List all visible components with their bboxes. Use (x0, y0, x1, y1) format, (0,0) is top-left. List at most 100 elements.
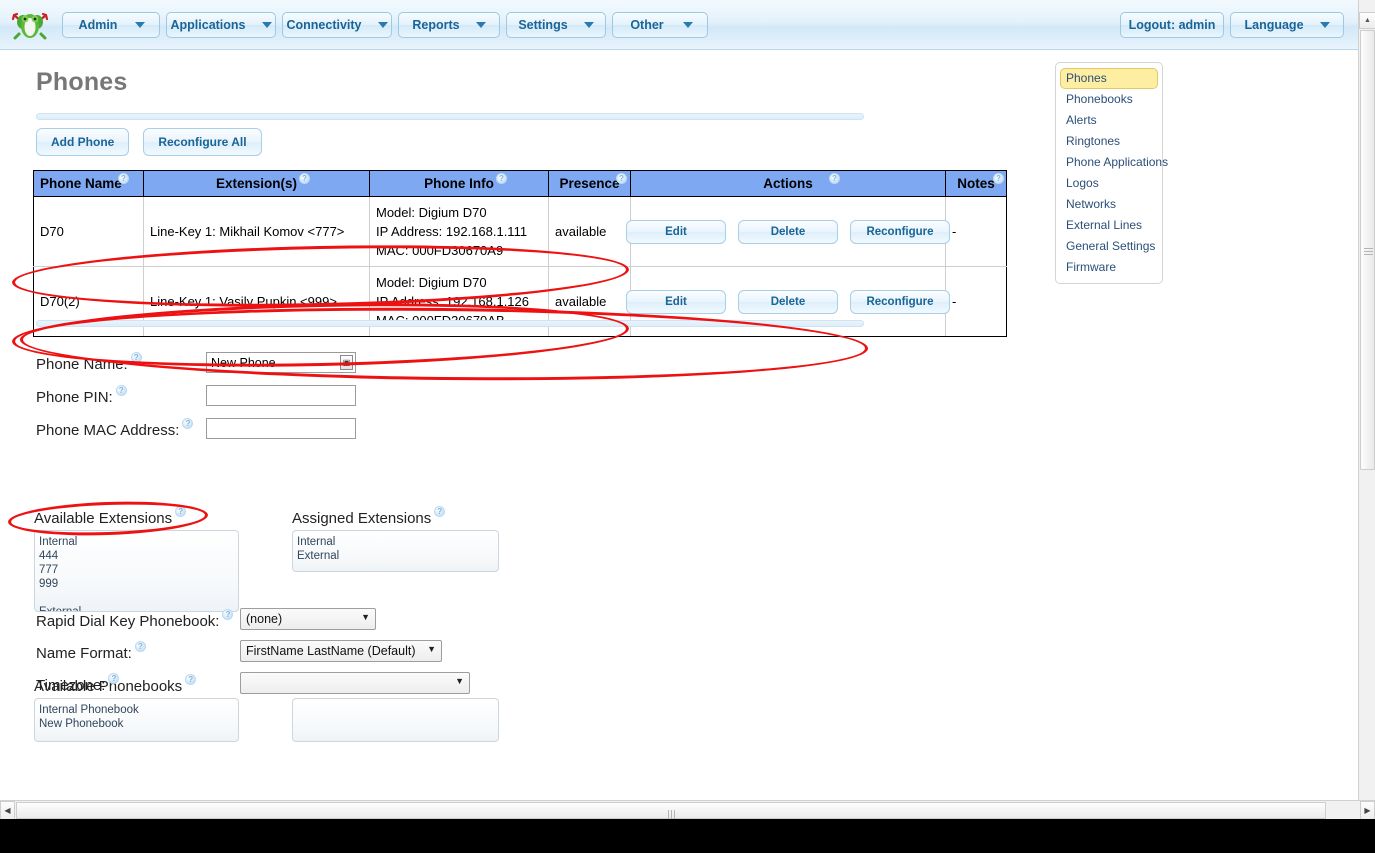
sidebar-item-alerts[interactable]: Alerts (1060, 110, 1158, 131)
available-phonebooks-listbox[interactable]: Internal Phonebook New Phonebook (34, 698, 239, 742)
logout-button[interactable]: Logout: admin (1120, 11, 1224, 38)
form-row-phone-name: Phone Name: ▣ (36, 346, 1016, 379)
nav-item-applications[interactable]: Applications (166, 11, 276, 38)
phone-info-mac: MAC: 000FD30670A9 (376, 243, 504, 258)
vertical-scrollbar-thumb[interactable] (1360, 30, 1375, 470)
delete-button[interactable]: Delete (738, 219, 838, 244)
name-format-select[interactable]: FirstName LastName (Default) (240, 640, 442, 662)
column-header-phone-info[interactable]: Phone Info (369, 170, 549, 197)
rapid-dial-select[interactable]: (none) (240, 608, 376, 630)
nav-item-settings-label: Settings (518, 17, 568, 32)
sidebar-item-label: External Lines (1066, 218, 1143, 232)
phones-table: Phone Name Extension(s) Phone Info Prese… (33, 170, 1007, 337)
extensions-row: Available Extensions Internal 444 777 99… (34, 505, 1014, 612)
application-window: Admin Applications Connectivity Reports … (0, 0, 1375, 853)
cell-notes: - (945, 196, 1007, 267)
nav-item-applications-label: Applications (170, 17, 246, 32)
nav-item-reports[interactable]: Reports (398, 11, 500, 38)
help-icon[interactable] (134, 640, 146, 653)
timezone-select[interactable] (240, 672, 470, 694)
help-icon[interactable] (108, 672, 120, 685)
sidebar-item-networks[interactable]: Networks (1060, 194, 1158, 215)
table-header-row: Phone Name Extension(s) Phone Info Prese… (33, 170, 1007, 197)
nav-primary-menu: Admin Applications Connectivity Reports … (62, 11, 714, 38)
nav-item-admin[interactable]: Admin (62, 11, 160, 38)
phone-name-input[interactable] (206, 352, 356, 373)
page-title: Phones (36, 68, 128, 96)
page-toolbar: Add Phone Reconfigure All (36, 128, 262, 156)
horizontal-scrollbar-thumb[interactable] (16, 802, 1326, 820)
horizontal-scrollbar[interactable]: ◀ ▶ (0, 800, 1375, 820)
sidebar-item-general-settings[interactable]: General Settings (1060, 236, 1158, 257)
scroll-right-arrow-icon[interactable]: ▶ (1360, 801, 1375, 820)
add-phone-button[interactable]: Add Phone (36, 128, 130, 156)
nav-item-connectivity[interactable]: Connectivity (282, 11, 392, 38)
sidebar-item-label: Alerts (1066, 113, 1097, 127)
reconfigure-button[interactable]: Reconfigure (850, 289, 950, 314)
vertical-scrollbar[interactable]: ▲ ▼ (1358, 0, 1375, 818)
sidebar-item-label: Logos (1066, 176, 1099, 190)
scroll-up-arrow-icon[interactable]: ▲ (1359, 12, 1375, 29)
column-header-actions[interactable]: Actions (630, 170, 946, 197)
sidebar-item-firmware[interactable]: Firmware (1060, 257, 1158, 278)
list-item[interactable]: 777 (39, 563, 234, 577)
sidebar-item-ringtones[interactable]: Ringtones (1060, 131, 1158, 152)
column-header-notes-label: Notes (957, 176, 995, 191)
reconfigure-all-button[interactable]: Reconfigure All (143, 128, 262, 156)
assigned-extensions-listbox[interactable]: Internal External (292, 530, 499, 572)
edit-button[interactable]: Edit (626, 219, 726, 244)
help-icon[interactable] (118, 172, 129, 185)
available-extensions-listbox[interactable]: Internal 444 777 999 External (34, 530, 239, 612)
help-icon[interactable] (182, 417, 194, 430)
help-icon[interactable] (299, 172, 310, 185)
sidebar-item-phone-applications[interactable]: Phone Applications (1060, 152, 1168, 173)
phone-pin-input[interactable] (206, 385, 356, 406)
nav-item-other[interactable]: Other (612, 11, 708, 38)
nav-item-settings[interactable]: Settings (506, 11, 606, 38)
list-item[interactable]: New Phonebook (39, 717, 234, 731)
cell-actions: Edit Delete Reconfigure (626, 196, 950, 267)
column-header-phone-info-label: Phone Info (424, 176, 494, 191)
list-item[interactable]: 999 (39, 577, 234, 591)
language-selector[interactable]: Language (1230, 11, 1344, 38)
column-header-extensions[interactable]: Extension(s) (143, 170, 370, 197)
sidebar-item-phonebooks[interactable]: Phonebooks (1060, 89, 1158, 110)
column-header-phone-name[interactable]: Phone Name (33, 170, 144, 197)
help-icon[interactable] (434, 505, 446, 518)
name-format-select-wrap: FirstName LastName (Default) (240, 640, 442, 662)
edit-button[interactable]: Edit (626, 289, 726, 314)
cell-phone-info: Model: Digium D70 IP Address: 192.168.1.… (369, 196, 549, 267)
sidebar-item-label: Phonebooks (1066, 92, 1133, 106)
list-item[interactable]: External (297, 549, 494, 563)
sidebar-item-external-lines[interactable]: External Lines (1060, 215, 1158, 236)
delete-button[interactable]: Delete (738, 289, 838, 314)
nav-item-connectivity-label: Connectivity (286, 17, 362, 32)
reconfigure-button[interactable]: Reconfigure (850, 219, 950, 244)
column-header-notes[interactable]: Notes (945, 170, 1007, 197)
phone-pin-label-wrap: Phone PIN: (36, 384, 206, 406)
sidebar-item-logos[interactable]: Logos (1060, 173, 1158, 194)
help-icon[interactable] (175, 505, 187, 518)
list-item[interactable]: 444 (39, 549, 234, 563)
help-icon[interactable] (222, 608, 234, 621)
list-item[interactable]: Internal Phonebook (39, 703, 234, 717)
sidebar-item-phones[interactable]: Phones (1060, 68, 1158, 89)
scroll-left-arrow-icon[interactable]: ◀ (0, 801, 15, 820)
assigned-phonebooks-listbox[interactable] (292, 698, 499, 742)
spinner-icon[interactable]: ▣ (340, 355, 353, 370)
help-icon[interactable] (496, 172, 507, 185)
phone-name-field-wrap: ▣ (206, 352, 356, 373)
cell-phone-name: D70 (33, 196, 144, 267)
phone-mac-input[interactable] (206, 418, 356, 439)
scrollbar-grip-icon (667, 807, 676, 820)
column-header-presence[interactable]: Presence (548, 170, 631, 197)
help-icon[interactable] (115, 384, 127, 397)
help-icon[interactable] (829, 172, 840, 185)
list-item[interactable]: Internal (39, 535, 234, 549)
help-icon[interactable] (993, 172, 1004, 185)
sidebar-item-label: Phones (1066, 71, 1107, 85)
help-icon[interactable] (616, 172, 627, 185)
assigned-extensions-column: Assigned Extensions Internal External (292, 505, 499, 612)
help-icon[interactable] (130, 351, 142, 364)
list-item[interactable]: Internal (297, 535, 494, 549)
